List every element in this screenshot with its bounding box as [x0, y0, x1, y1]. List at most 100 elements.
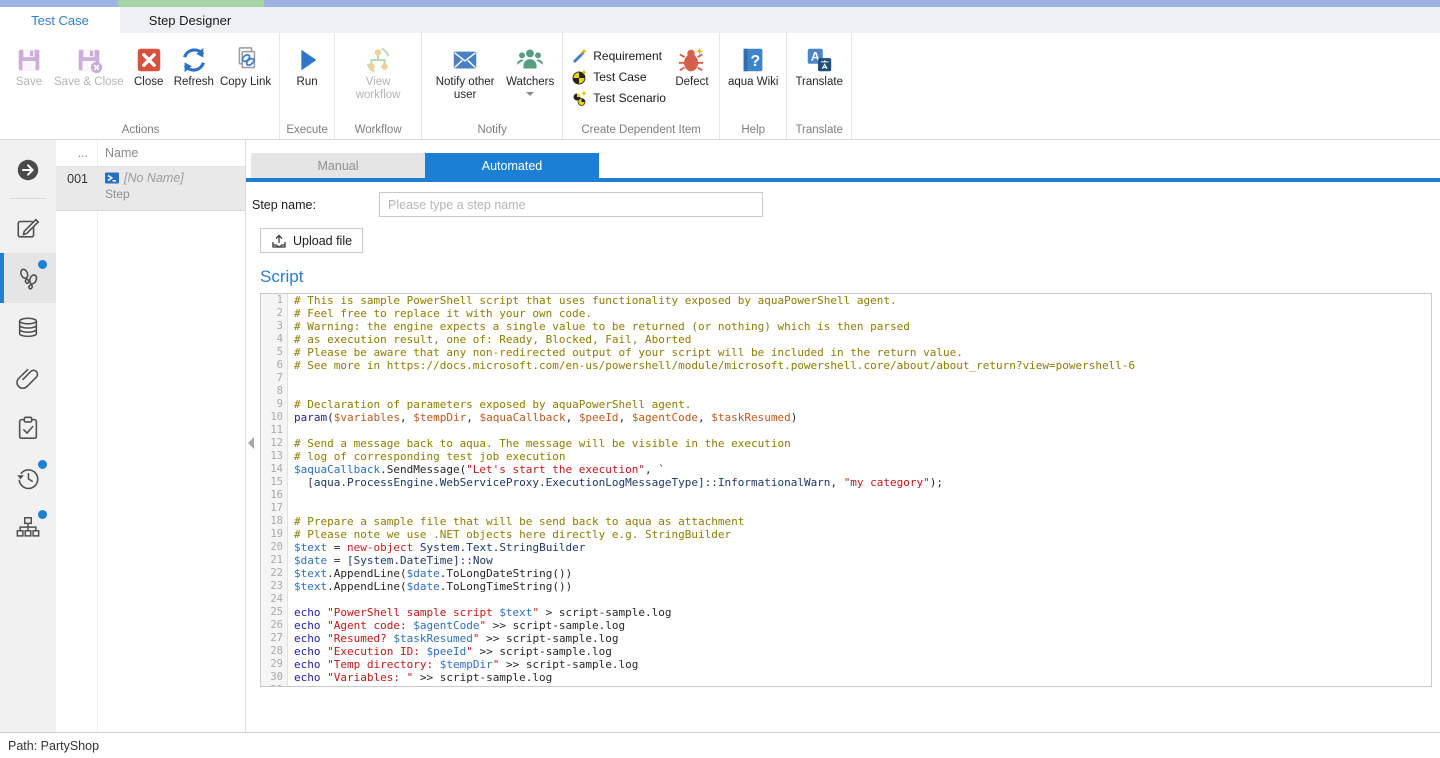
line-number: 19: [261, 528, 288, 541]
database-icon: [15, 315, 41, 341]
copy-link-icon: [231, 44, 261, 76]
step-name-input[interactable]: [379, 192, 763, 217]
tab-step-designer[interactable]: Step Designer: [120, 7, 260, 33]
goto-arrow-icon: [15, 157, 41, 183]
sidebar-item-dependencies[interactable]: [0, 503, 56, 553]
notification-dot-badge: [38, 460, 47, 469]
code-line: 28echo "Execution ID: $peeId" >> script-…: [261, 645, 1431, 658]
tab-test-case[interactable]: Test Case: [0, 7, 120, 33]
code-line: 13# log of corresponding test job execut…: [261, 450, 1431, 463]
code-text: param($variables, $tempDir, $aquaCallbac…: [288, 411, 797, 424]
code-line: 24: [261, 593, 1431, 606]
button-label: Test Scenario: [593, 91, 666, 105]
button-label: Notify other user: [430, 76, 500, 102]
status-path-text: Path: PartyShop: [8, 739, 99, 753]
ribbon-toolbar: SaveSave & Close Close RefreshCopy Link Act…: [0, 33, 1440, 140]
line-number: 5: [261, 346, 288, 359]
ribbon-group-label: Translate: [787, 124, 851, 136]
aqua-wiki-button[interactable]: ?aqua Wiki: [725, 44, 782, 89]
close-button[interactable]: Close: [127, 44, 171, 89]
code-text: echo "Agent code: $agentCode" >> script-…: [288, 619, 625, 632]
ribbon-group-workflow: View workflowWorkflow: [335, 33, 422, 139]
line-number: 10: [261, 411, 288, 424]
code-text: # Please note we use .NET objects here d…: [288, 528, 731, 541]
watchers-button[interactable]: Watchers: [503, 44, 557, 96]
code-text: echo "Temp directory: $tempDir" >> scrip…: [288, 658, 638, 671]
code-line: 16: [261, 489, 1431, 502]
run-button[interactable]: Run: [285, 44, 329, 89]
code-line: 17: [261, 502, 1431, 515]
code-line: 23$text.AppendLine($date.ToLongTimeStrin…: [261, 580, 1431, 593]
content-body: ... Name 001 [No Name] Step Manual Autom…: [0, 140, 1440, 732]
ribbon-group-label: Actions: [2, 124, 279, 136]
chevron-down-icon[interactable]: [526, 92, 534, 96]
sidebar-divider: [10, 198, 46, 199]
sidebar-item-data[interactable]: [0, 303, 56, 353]
defect-button[interactable]: Defect: [670, 44, 714, 89]
code-line: 8: [261, 385, 1431, 398]
line-number: 6: [261, 359, 288, 372]
refresh-icon: [179, 44, 209, 76]
code-line: 9# Declaration of parameters exposed by …: [261, 398, 1431, 411]
save-button[interactable]: Save: [7, 44, 51, 89]
notify-other-user-button[interactable]: Notify other user: [427, 44, 503, 102]
line-number: 4: [261, 333, 288, 346]
code-text: # Prepare a sample file that will be sen…: [288, 515, 744, 528]
defect-icon: [677, 44, 707, 76]
code-line: 25echo "PowerShell sample script $text" …: [261, 606, 1431, 619]
script-code-editor[interactable]: 1# This is sample PowerShell script that…: [260, 293, 1432, 687]
translate-icon: A: [804, 44, 834, 76]
view-workflow-button[interactable]: View workflow: [340, 44, 416, 102]
steps-icon: [15, 265, 41, 291]
step-name-row: Step name:: [252, 192, 1440, 217]
tab-manual[interactable]: Manual: [251, 153, 425, 178]
button-label: Run: [297, 76, 318, 89]
steps-list-panel: ... Name 001 [No Name] Step: [56, 140, 246, 732]
line-number: 13: [261, 450, 288, 463]
test-case-icon: [572, 69, 588, 85]
upload-file-label: Upload file: [293, 234, 352, 248]
button-label: Close: [134, 76, 163, 89]
ribbon-group-label: Notify: [422, 124, 562, 136]
test-scenario-icon: [572, 90, 588, 106]
code-line: 10param($variables, $tempDir, $aquaCallb…: [261, 411, 1431, 424]
translate-button[interactable]: ATranslate: [792, 44, 846, 89]
tab-automated[interactable]: Automated: [425, 153, 599, 178]
sidebar-item-attachments[interactable]: [0, 353, 56, 403]
code-text: [288, 489, 294, 502]
test-case-button[interactable]: Test Case: [572, 66, 666, 87]
history-icon: [15, 465, 41, 491]
line-number: 16: [261, 489, 288, 502]
save-close-button[interactable]: Save & Close: [51, 44, 127, 89]
steps-column-name: Name: [97, 146, 138, 160]
code-text: $date = [System.DateTime]::Now: [288, 554, 493, 567]
sidebar-item-checklist[interactable]: [0, 403, 56, 453]
code-line: 22$text.AppendLine($date.ToLongDateStrin…: [261, 567, 1431, 580]
code-text: echo "PowerShell sample script $text" > …: [288, 606, 672, 619]
step-list-item[interactable]: 001 [No Name] Step: [56, 167, 245, 211]
code-text: [288, 593, 294, 606]
sidebar-item-steps[interactable]: [0, 253, 56, 303]
code-text: [288, 424, 294, 437]
code-text: [288, 684, 294, 687]
svg-text:?: ?: [751, 53, 761, 70]
code-line: 6# See more in https://docs.microsoft.co…: [261, 359, 1431, 372]
button-label: View workflow: [343, 76, 413, 102]
sidebar-item-navigate[interactable]: [0, 144, 56, 196]
refresh-button[interactable]: Refresh: [171, 44, 217, 89]
test-scenario-button[interactable]: Test Scenario: [572, 87, 666, 108]
code-text: [288, 372, 294, 385]
button-label: Translate: [795, 76, 843, 89]
code-text: # Declaration of parameters exposed by a…: [288, 398, 691, 411]
upload-file-button[interactable]: Upload file: [260, 228, 363, 253]
collapse-panel-arrow-icon[interactable]: [248, 437, 254, 449]
line-number: 27: [261, 632, 288, 645]
sidebar-item-edit[interactable]: [0, 203, 56, 253]
requirement-button[interactable]: Requirement: [572, 45, 666, 66]
copy-link-button[interactable]: Copy Link: [217, 44, 274, 89]
code-text: [288, 385, 294, 398]
code-text: echo "Execution ID: $peeId" >> script-sa…: [288, 645, 612, 658]
button-label: Refresh: [174, 76, 214, 89]
ribbon-group-help: ?aqua WikiHelp: [720, 33, 788, 139]
sidebar-item-history[interactable]: [0, 453, 56, 503]
